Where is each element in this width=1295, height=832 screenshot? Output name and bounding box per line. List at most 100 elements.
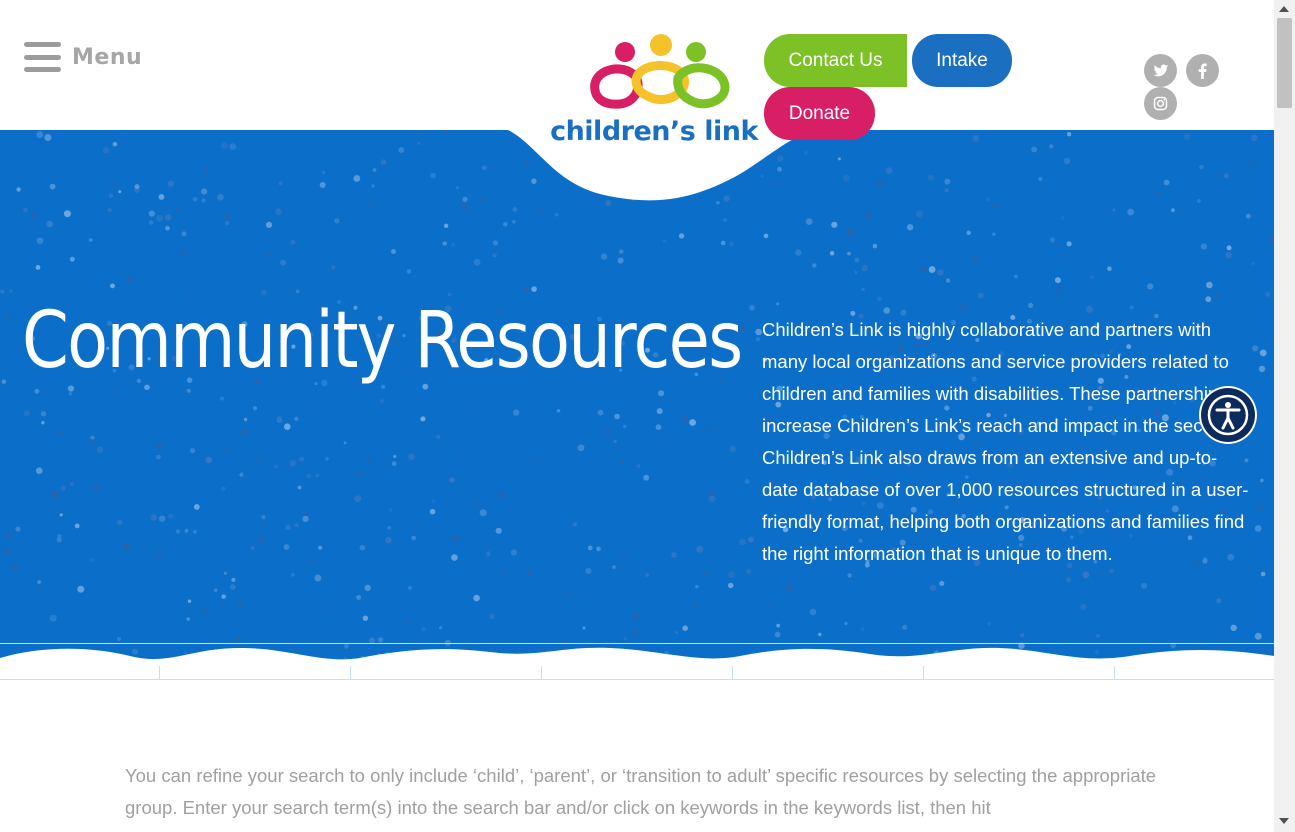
speckle-dot [6,313,12,319]
speckle-dot [498,492,505,499]
speckle-dot [526,569,533,576]
accessibility-button[interactable] [1199,386,1257,444]
speckle-dot [916,210,923,218]
contact-us-button[interactable]: Contact Us [764,34,907,87]
speckle-dot [257,457,262,461]
speckle-dot [854,270,858,275]
speckle-dot [486,552,491,557]
intake-button[interactable]: Intake [912,34,1012,87]
speckle-dot [513,409,520,416]
speckle-dot [695,584,699,589]
speckle-dot [928,266,936,273]
speckle-dot [243,417,248,422]
childrens-link-logo[interactable]: children’s link [548,32,760,150]
speckle-dot [391,461,397,467]
speckle-dot [224,448,229,452]
speckle-dot [56,431,62,437]
speckle-dot [77,585,85,593]
speckle-dot [655,424,662,430]
speckle-dot [451,242,456,247]
speckle-dot [126,276,133,283]
speckle-dot [1,379,7,384]
speckle-dot [656,408,663,415]
speckle-dot [380,399,384,403]
instagram-icon[interactable] [1144,87,1177,120]
speckle-dot [420,416,426,422]
speckle-dot [175,529,181,534]
speckle-dot [41,421,45,425]
menu-button[interactable]: Menu [24,42,142,72]
speckle-dot [1254,632,1262,640]
speckle-dot [443,223,449,228]
speckle-dot [1147,283,1154,290]
divider-line [0,643,1274,644]
speckle-dot [847,251,851,256]
speckle-dot [861,265,868,272]
speckle-dot [582,626,586,630]
speckle-dot [473,594,480,602]
speckle-dot [205,456,213,464]
speckle-dot [489,613,495,620]
speckle-dot [252,406,258,411]
speckle-dot [223,571,227,575]
scrollbar-thumb[interactable] [1277,18,1292,108]
speckle-dot [63,210,71,218]
speckle-dot [746,569,752,575]
speckle-dot [276,415,283,422]
speckle-dot [809,608,817,616]
speckle-dot [681,416,688,423]
grid-line [923,666,924,680]
speckle-dot [116,519,123,526]
speckle-dot [748,536,754,543]
speckle-dot [366,456,372,462]
scroll-up-arrow-icon[interactable] [1279,6,1289,12]
page-scrollbar[interactable] [1274,0,1295,832]
speckle-dot [439,626,443,630]
speckle-dot [325,456,329,461]
speckle-dot [290,239,296,245]
grid-line [350,666,351,680]
speckle-dot [60,485,66,491]
speckle-dot [812,263,817,268]
speckle-dot [264,251,270,256]
search-instructions: You can refine your search to only inclu… [125,765,1157,818]
divider-line [0,679,1274,680]
speckle-dot [658,390,665,397]
speckle-dot [148,210,155,217]
speckle-dot [972,255,978,262]
speckle-dot [12,563,18,570]
speckle-dot [1066,254,1071,259]
speckle-dot [460,454,464,458]
speckle-dot [623,424,627,429]
speckle-dot [59,513,63,517]
speckle-dot [572,522,578,527]
facebook-icon[interactable] [1186,54,1219,87]
speckle-dot [755,337,761,342]
speckle-dot [110,283,115,289]
speckle-dot [604,428,611,435]
speckle-dot [1251,262,1255,266]
speckle-dot [321,604,327,611]
speckle-dot [285,524,291,531]
speckle-dot [393,454,397,459]
scroll-down-arrow-icon[interactable] [1279,818,1289,824]
speckle-dot [749,305,755,311]
page-title: Community Resources [22,296,743,386]
donate-button[interactable]: Donate [764,87,875,140]
speckle-dot [1020,633,1025,638]
grid-line [1114,666,1115,680]
speckle-dot [89,558,94,562]
speckle-dot [966,230,971,235]
speckle-dot [535,458,540,463]
speckle-dot [9,289,13,293]
twitter-icon[interactable] [1144,54,1177,87]
speckle-dot [231,577,236,582]
speckle-dot [664,435,668,439]
speckle-dot [388,508,393,512]
speckle-dot [180,249,186,255]
speckle-dot [5,531,13,539]
speckle-dot [224,212,231,220]
speckle-dot [1090,275,1094,279]
speckle-dot [776,302,780,306]
speckle-dot [15,526,21,532]
